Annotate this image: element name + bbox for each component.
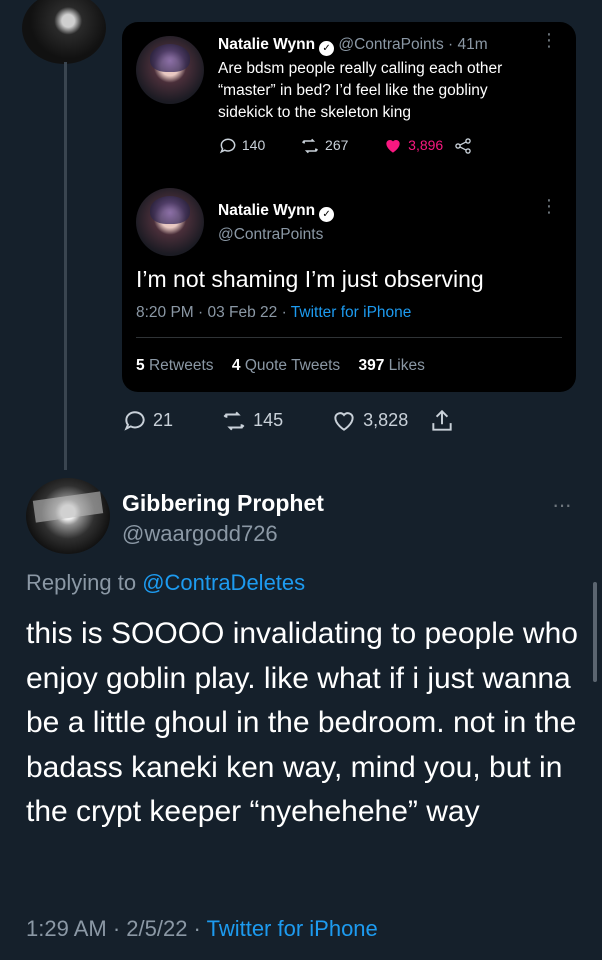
reply-count-outer: 21 [153, 409, 174, 430]
more-icon[interactable]: ⋮ [540, 30, 558, 51]
second-tweet-author: Natalie Wynn ✓ [218, 202, 335, 222]
main-tweet-source[interactable]: Twitter for iPhone [207, 916, 378, 941]
gibbering-avatar[interactable] [26, 478, 110, 554]
retweet-icon [302, 138, 319, 154]
retweets-stat[interactable]: 5 Retweets [136, 357, 214, 374]
second-tweet-source[interactable]: Twitter for iPhone [291, 304, 412, 321]
main-tweet-meta: 1:29 AM · 2/5/22 · Twitter for iPhone [26, 916, 378, 942]
thread-avatar[interactable] [22, 0, 106, 64]
first-tweet-actions: 140 267 3,896 [218, 136, 473, 156]
share-icon[interactable] [453, 136, 473, 156]
author-name[interactable]: Natalie Wynn [218, 36, 315, 53]
heart-icon [386, 140, 400, 153]
verified-icon: ✓ [319, 41, 335, 56]
like-count: 3,896 [408, 136, 444, 153]
like-count-outer: 3,828 [363, 409, 409, 430]
retweet-action[interactable]: 267 [299, 136, 352, 154]
first-tweet-text: Are bdsm people really calling each othe… [218, 60, 503, 121]
likes-stat[interactable]: 397 Likes [358, 357, 424, 374]
reply-count: 140 [241, 136, 266, 153]
engagement-stats: 5 Retweets 4 Quote Tweets 397 Likes [136, 357, 425, 375]
like-action-outer[interactable]: 3,828 [330, 409, 413, 431]
main-tweet-timestamp: 1:29 AM · 2/5/22 · [26, 916, 207, 941]
retweet-action-outer[interactable]: 145 [220, 409, 288, 431]
second-tweet-timestamp: 8:20 PM · 03 Feb 22 · [136, 304, 291, 321]
more-icon-2[interactable]: ⋮ [540, 196, 558, 217]
natalie-avatar-2[interactable] [136, 188, 204, 256]
retweet-count-outer: 145 [253, 409, 284, 430]
replying-prefix: Replying to [26, 570, 143, 595]
main-tweet-text: this is SOOOO invalidating to people who… [26, 617, 578, 828]
main-author-name[interactable]: Gibbering Prophet [122, 490, 324, 517]
share-icon[interactable] [429, 408, 455, 434]
more-icon-main[interactable]: ··· [552, 492, 572, 518]
outer-actions: 21 145 3,828 [122, 408, 455, 434]
reply-icon [219, 138, 236, 154]
verified-icon-2: ✓ [319, 207, 335, 222]
quoted-tweet-card[interactable]: Natalie Wynn ✓ @ContraPoints · 41m ⋮ Are … [122, 22, 576, 392]
quotes-stat[interactable]: 4 Quote Tweets [232, 357, 340, 374]
author-handle[interactable]: @ContraPoints [338, 36, 443, 53]
reply-action[interactable]: 140 [218, 136, 269, 154]
like-action[interactable]: 3,896 [382, 137, 447, 153]
main-author-handle[interactable]: @waargodd726 [122, 521, 278, 547]
scrollbar[interactable] [593, 582, 597, 682]
natalie-avatar[interactable] [136, 36, 204, 104]
retweet-count: 267 [325, 136, 349, 153]
second-tweet-meta: 8:20 PM · 03 Feb 22 · Twitter for iPhone [136, 304, 411, 322]
thread-line [64, 62, 67, 470]
reply-icon [124, 411, 145, 431]
tweet-time: · 41m [448, 36, 488, 53]
retweet-icon [223, 411, 245, 431]
heart-icon [334, 412, 354, 431]
replying-to: Replying to @ContraDeletes [26, 570, 305, 596]
author-name-2[interactable]: Natalie Wynn [218, 202, 315, 219]
second-tweet-text: I’m not shaming I’m just observing [136, 266, 484, 292]
divider [136, 337, 562, 338]
reply-action-outer[interactable]: 21 [122, 409, 178, 431]
replying-to-link[interactable]: @ContraDeletes [142, 570, 305, 595]
author-handle-2[interactable]: @ContraPoints [218, 226, 323, 244]
first-tweet-header: Natalie Wynn ✓ @ContraPoints · 41m [218, 36, 488, 56]
